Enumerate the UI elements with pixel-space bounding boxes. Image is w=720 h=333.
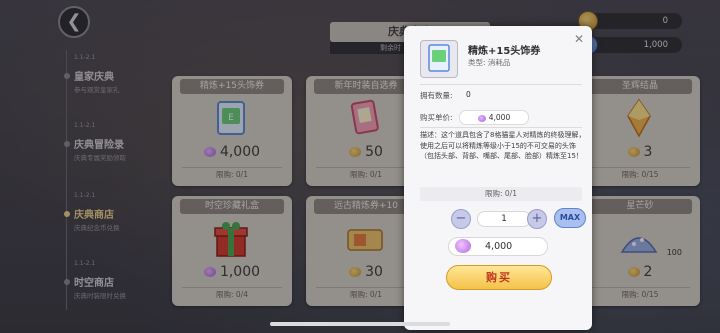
unit-price-value: 4,000 <box>488 113 511 122</box>
owned-value: 0 <box>466 90 471 99</box>
item-type: 类型: 消耗品 <box>468 58 511 67</box>
max-quantity-button[interactable]: MAX <box>554 208 586 228</box>
home-indicator[interactable] <box>270 322 450 326</box>
decrease-quantity-button[interactable]: − <box>451 209 471 229</box>
buy-button[interactable]: 购买 <box>446 265 552 290</box>
item-ticket-icon <box>420 40 458 78</box>
purple-orb-icon <box>477 114 486 122</box>
item-description: 描述：这个道具包含了8格猫星人对精炼的终极理解，使用之后可以将精炼等级小于15的… <box>420 131 586 160</box>
unit-price-label: 购买单价: <box>420 113 453 122</box>
plus-icon: + <box>531 211 543 226</box>
quantity-input[interactable]: 1 <box>477 211 531 227</box>
increase-quantity-button[interactable]: + <box>527 209 547 229</box>
divider <box>420 84 582 85</box>
purchase-limit: 限购: 0/1 <box>420 187 582 201</box>
close-icon[interactable]: ✕ <box>572 32 586 46</box>
purchase-dialog: ✕ 精炼+15头饰券 类型: 消耗品 拥有数量: 0 购买单价: 4,000 描… <box>404 26 592 330</box>
divider <box>420 127 582 128</box>
total-cost-box: 4,000 <box>448 237 548 256</box>
item-name: 精炼+15头饰券 <box>468 46 541 57</box>
total-cost-value: 4,000 <box>485 241 513 252</box>
unit-price-box: 4,000 <box>459 110 529 125</box>
owned-label: 拥有数量: <box>420 91 453 100</box>
purple-orb-icon <box>455 239 471 253</box>
minus-icon: − <box>455 211 467 226</box>
modal-overlay[interactable] <box>0 0 720 333</box>
